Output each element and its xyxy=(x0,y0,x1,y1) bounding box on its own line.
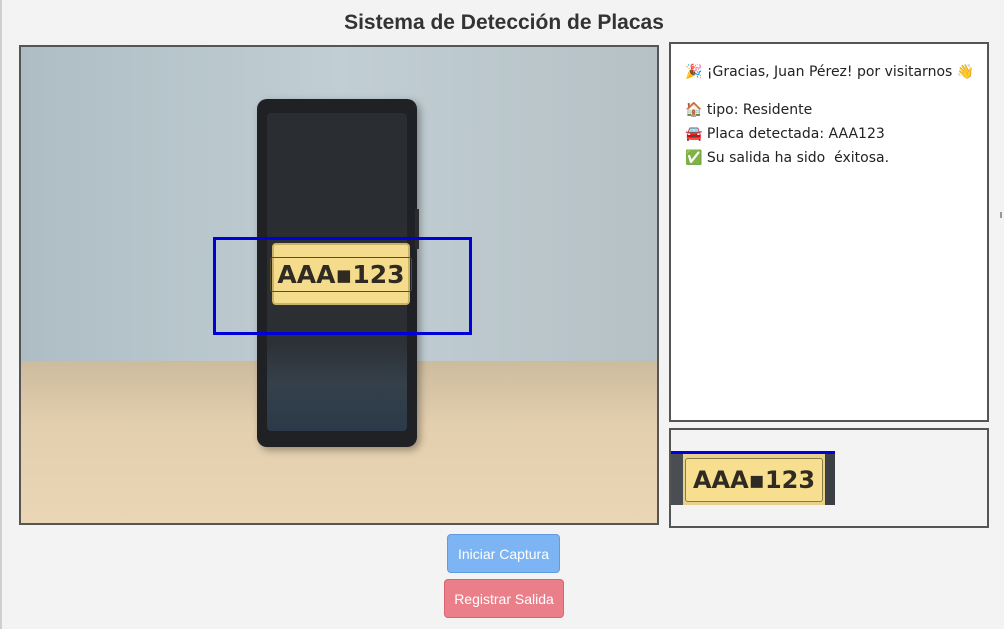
exit-status: ✅ Su salida ha sido éxitosa. xyxy=(685,150,890,166)
plate-crop-text: AAA▪123 xyxy=(685,458,823,502)
page-title: Sistema de Detección de Placas xyxy=(344,11,664,34)
plate-crop-panel: AAA▪123 xyxy=(669,428,989,528)
scrollbar-marker xyxy=(1000,212,1002,218)
detected-plate: 🚘 Placa detectada: AAA123 xyxy=(685,126,885,142)
info-panel: 🎉 ¡Gracias, Juan Pérez! por visitarnos 👋… xyxy=(669,42,989,422)
thanks-message: 🎉 ¡Gracias, Juan Pérez! por visitarnos 👋 xyxy=(685,64,975,80)
plate-crop-image: AAA▪123 xyxy=(671,451,835,505)
detection-bounding-box xyxy=(213,237,472,335)
camera-feed: AAA▪123 xyxy=(19,45,659,525)
start-capture-button[interactable]: Iniciar Captura xyxy=(447,534,560,573)
register-exit-button[interactable]: Registrar Salida xyxy=(444,579,564,618)
visitor-type: 🏠 tipo: Residente xyxy=(685,102,813,118)
